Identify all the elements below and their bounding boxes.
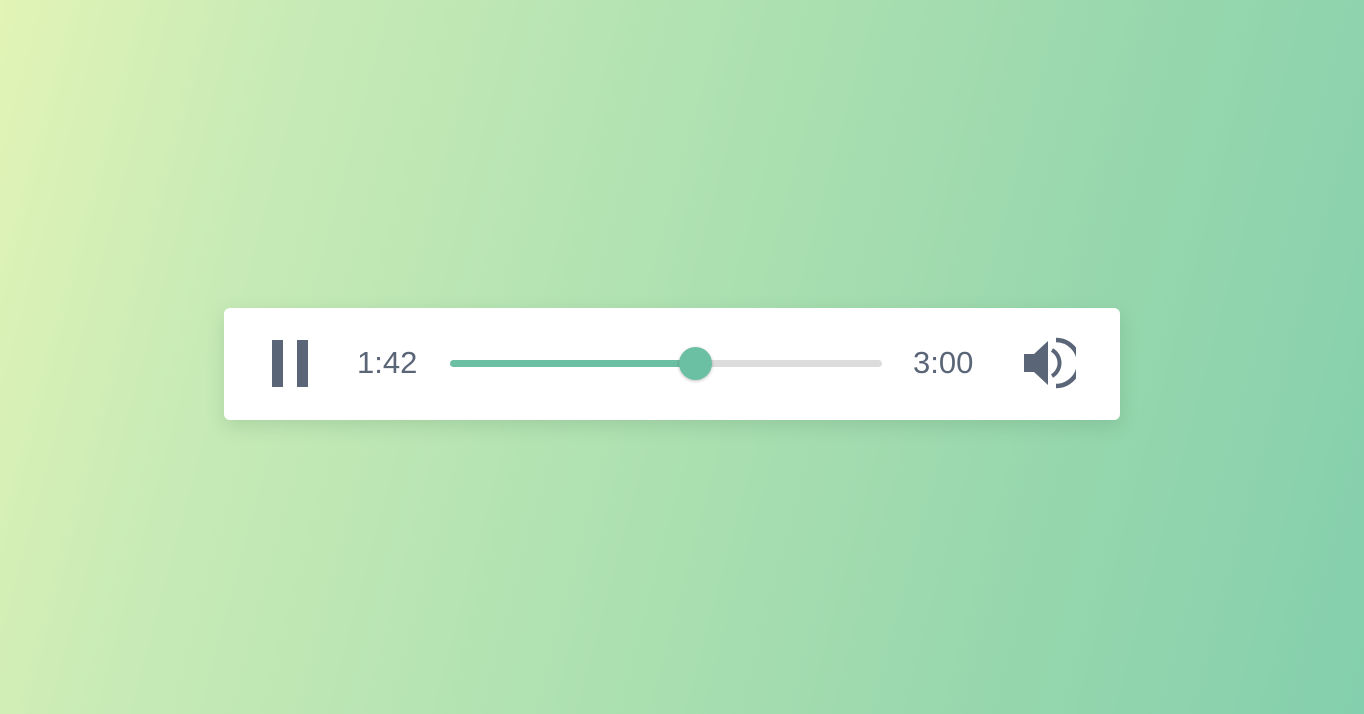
volume-icon	[1024, 337, 1076, 389]
volume-button[interactable]	[1020, 336, 1076, 390]
pause-button[interactable]	[270, 339, 310, 389]
progress-thumb[interactable]	[679, 347, 712, 380]
progress-slider[interactable]	[450, 344, 882, 384]
pause-icon-right-bar	[297, 340, 308, 387]
pause-icon-left-bar	[272, 340, 283, 387]
current-time: 1:42	[357, 345, 418, 380]
progress-fill	[450, 360, 695, 367]
total-duration: 3:00	[913, 345, 974, 380]
